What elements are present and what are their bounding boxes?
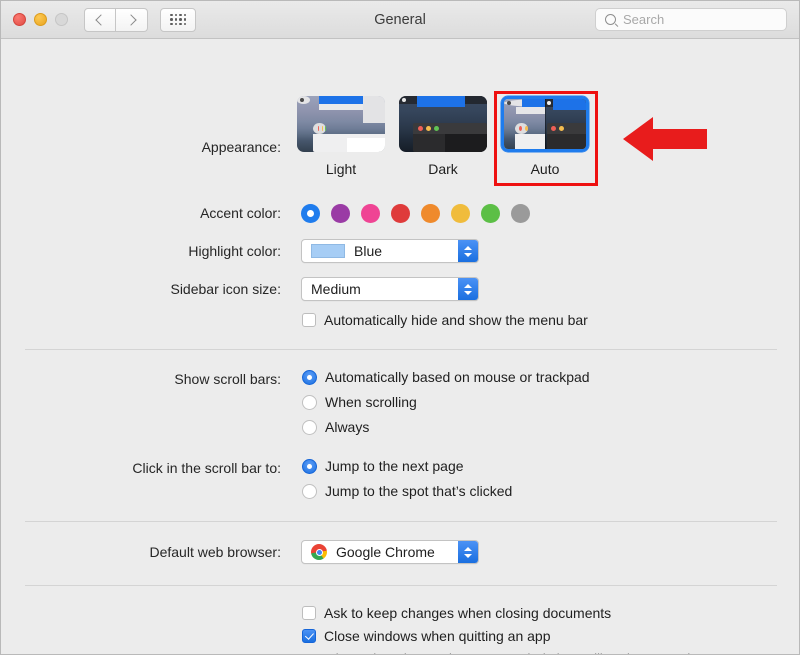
scroll-bars-radio-auto[interactable] (302, 369, 317, 385)
navigation-buttons (84, 7, 148, 32)
ask-keep-changes-checkbox[interactable] (302, 606, 316, 620)
highlight-color-label: Highlight color: (188, 243, 281, 259)
click-scroll-bar-label: Click in the scroll bar to: (132, 460, 281, 476)
sidebar-icon-size-value: Medium (311, 281, 361, 297)
appearance-label-dark: Dark (428, 161, 458, 177)
separator-1 (25, 349, 777, 350)
back-chevron-icon (95, 13, 107, 26)
documents-note: When selected, open documents and window… (324, 651, 690, 654)
click-scroll-bar-label-spot-clicked: Jump to the spot that’s clicked (325, 483, 513, 499)
close-button-icon[interactable] (13, 13, 26, 26)
click-scroll-bar-option-next-page[interactable]: Jump to the next page (302, 458, 464, 474)
sidebar-icon-size-popup[interactable]: Medium (301, 277, 479, 301)
separator-3 (25, 585, 777, 586)
ask-keep-changes-row[interactable]: Ask to keep changes when closing documen… (302, 605, 611, 621)
back-button[interactable] (84, 7, 116, 32)
traffic-light-group (13, 13, 68, 26)
scroll-bars-option-when-scrolling[interactable]: When scrolling (302, 394, 417, 410)
preferences-content: Appearance: Light Dark Auto Accent color… (1, 39, 799, 654)
click-scroll-bar-label-next-page: Jump to the next page (325, 458, 464, 474)
annotation-arrow-icon (623, 117, 707, 161)
accent-swatch-graphite[interactable] (511, 204, 530, 223)
appearance-label: Appearance: (201, 139, 281, 155)
search-placeholder: Search (623, 12, 665, 27)
click-scroll-bar-radio-next-page[interactable] (302, 458, 317, 474)
annotation-highlight-box (494, 91, 598, 186)
close-windows-row[interactable]: Close windows when quitting an app (302, 628, 550, 644)
minimize-button-icon[interactable] (34, 13, 47, 26)
accent-swatch-purple[interactable] (331, 204, 350, 223)
highlight-color-stepper-icon[interactable] (458, 240, 478, 262)
scroll-bars-label-auto: Automatically based on mouse or trackpad (325, 369, 590, 385)
scroll-bars-radio-always[interactable] (302, 419, 317, 435)
click-scroll-bar-radio-spot-clicked[interactable] (302, 483, 317, 499)
scroll-bars-option-auto[interactable]: Automatically based on mouse or trackpad (302, 369, 590, 385)
default-browser-stepper-icon[interactable] (458, 541, 478, 563)
accent-swatch-pink[interactable] (361, 204, 380, 223)
highlight-color-popup[interactable]: Blue (301, 239, 479, 263)
scroll-bars-label-always: Always (325, 419, 370, 435)
accent-swatch-orange[interactable] (421, 204, 440, 223)
accent-color-label: Accent color: (200, 205, 281, 221)
show-scroll-bars-label: Show scroll bars: (174, 371, 281, 387)
sidebar-icon-size-label: Sidebar icon size: (170, 281, 281, 297)
show-all-button[interactable] (160, 7, 196, 32)
accent-swatch-green[interactable] (481, 204, 500, 223)
sidebar-icon-size-stepper-icon[interactable] (458, 278, 478, 300)
separator-2 (25, 521, 777, 522)
highlight-color-value: Blue (354, 243, 383, 259)
scroll-bars-label-when-scrolling: When scrolling (325, 394, 417, 410)
scroll-bars-radio-when-scrolling[interactable] (302, 394, 317, 410)
highlight-color-chip (311, 244, 345, 258)
zoom-button-icon[interactable] (55, 13, 68, 26)
grid-icon (170, 13, 186, 26)
forward-chevron-icon (124, 13, 137, 26)
auto-hide-menu-bar-checkbox[interactable] (302, 313, 316, 327)
chrome-icon (311, 544, 327, 560)
appearance-label-light: Light (325, 161, 357, 177)
accent-color-swatches (301, 204, 530, 223)
search-icon (605, 14, 616, 25)
default-browser-label: Default web browser: (149, 544, 281, 560)
default-browser-popup[interactable]: Google Chrome (301, 540, 479, 564)
appearance-option-dark[interactable]: Dark (399, 96, 487, 177)
default-browser-value: Google Chrome (336, 544, 435, 560)
accent-swatch-blue[interactable] (301, 204, 320, 223)
auto-hide-menu-bar-label: Automatically hide and show the menu bar (324, 312, 588, 328)
system-preferences-window: General Search Appearance: Light Dark Au… (0, 0, 800, 655)
appearance-thumbnail-light[interactable] (297, 96, 385, 152)
auto-hide-menu-bar-row[interactable]: Automatically hide and show the menu bar (302, 312, 588, 328)
close-windows-label: Close windows when quitting an app (324, 628, 551, 644)
ask-keep-changes-label: Ask to keep changes when closing documen… (324, 605, 612, 621)
appearance-thumbnail-dark[interactable] (399, 96, 487, 152)
close-windows-checkbox[interactable] (302, 629, 316, 643)
window-titlebar: General Search (1, 1, 799, 39)
scroll-bars-option-always[interactable]: Always (302, 419, 369, 435)
click-scroll-bar-option-spot-clicked[interactable]: Jump to the spot that’s clicked (302, 483, 512, 499)
forward-button[interactable] (116, 7, 148, 32)
accent-swatch-yellow[interactable] (451, 204, 470, 223)
search-field[interactable]: Search (595, 8, 787, 31)
appearance-option-light[interactable]: Light (297, 96, 385, 177)
accent-swatch-red[interactable] (391, 204, 410, 223)
